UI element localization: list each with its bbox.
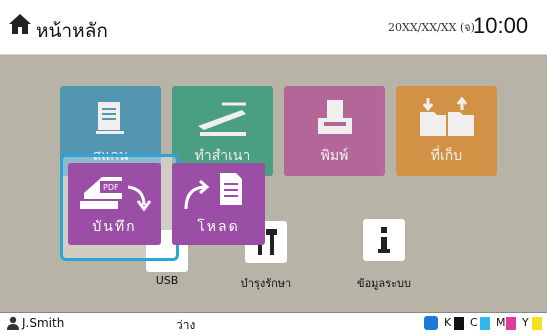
load-label: โหลด bbox=[197, 219, 240, 235]
user-icon bbox=[7, 316, 19, 330]
status-bar: J.Smith ว่าง K C M Y bbox=[0, 312, 547, 334]
maintenance-label: บำรุงรักษา bbox=[240, 277, 292, 290]
page-title: หน้าหลัก bbox=[36, 20, 108, 42]
ink-status-icon[interactable] bbox=[424, 316, 438, 330]
ink-m-swatch bbox=[506, 317, 516, 330]
save-tile[interactable]: PDF บันทึก bbox=[68, 163, 161, 245]
ink-k-swatch bbox=[454, 317, 464, 330]
storage-label: ที่เก็บ bbox=[430, 148, 463, 164]
date-display: 20XX/XX/XX (จ) bbox=[388, 21, 475, 34]
info-tile[interactable] bbox=[363, 219, 405, 261]
ink-y-label: Y bbox=[522, 316, 529, 329]
ink-c-swatch bbox=[480, 317, 490, 330]
scan-doc-icon bbox=[96, 102, 124, 134]
ink-m-label: M bbox=[496, 316, 506, 329]
machine-status: ว่าง bbox=[176, 318, 196, 332]
storage-icon bbox=[420, 96, 474, 136]
user-name[interactable]: J.Smith bbox=[22, 316, 64, 330]
svg-text:PDF: PDF bbox=[103, 183, 119, 192]
usb-label: USB bbox=[155, 274, 179, 287]
ink-c-label: C bbox=[470, 316, 478, 329]
header-bar: หน้าหลัก 20XX/XX/XX (จ) 10:00 bbox=[0, 0, 547, 54]
print-icon bbox=[318, 100, 352, 134]
clock-display: 10:00 bbox=[473, 13, 529, 38]
system-info-label: ข้อมูลระบบ bbox=[357, 277, 411, 290]
main-area: สแกน ทำสำเนา พิมพ์ ที่เก็บ USB บำรุงรักษ… bbox=[0, 54, 547, 313]
load-tile[interactable]: โหลด bbox=[172, 163, 265, 245]
ink-k-label: K bbox=[444, 316, 452, 329]
print-tile[interactable]: พิมพ์ bbox=[284, 86, 385, 176]
ink-y-swatch bbox=[532, 317, 542, 330]
home-icon[interactable] bbox=[8, 12, 32, 36]
save-label: บันทึก bbox=[92, 219, 137, 235]
print-label: พิมพ์ bbox=[320, 148, 349, 164]
save-pdf-icon: PDF bbox=[80, 177, 152, 212]
copy-icon bbox=[198, 102, 246, 136]
storage-tile[interactable]: ที่เก็บ bbox=[396, 86, 497, 176]
info-icon bbox=[378, 227, 390, 253]
load-doc-icon bbox=[184, 173, 242, 210]
